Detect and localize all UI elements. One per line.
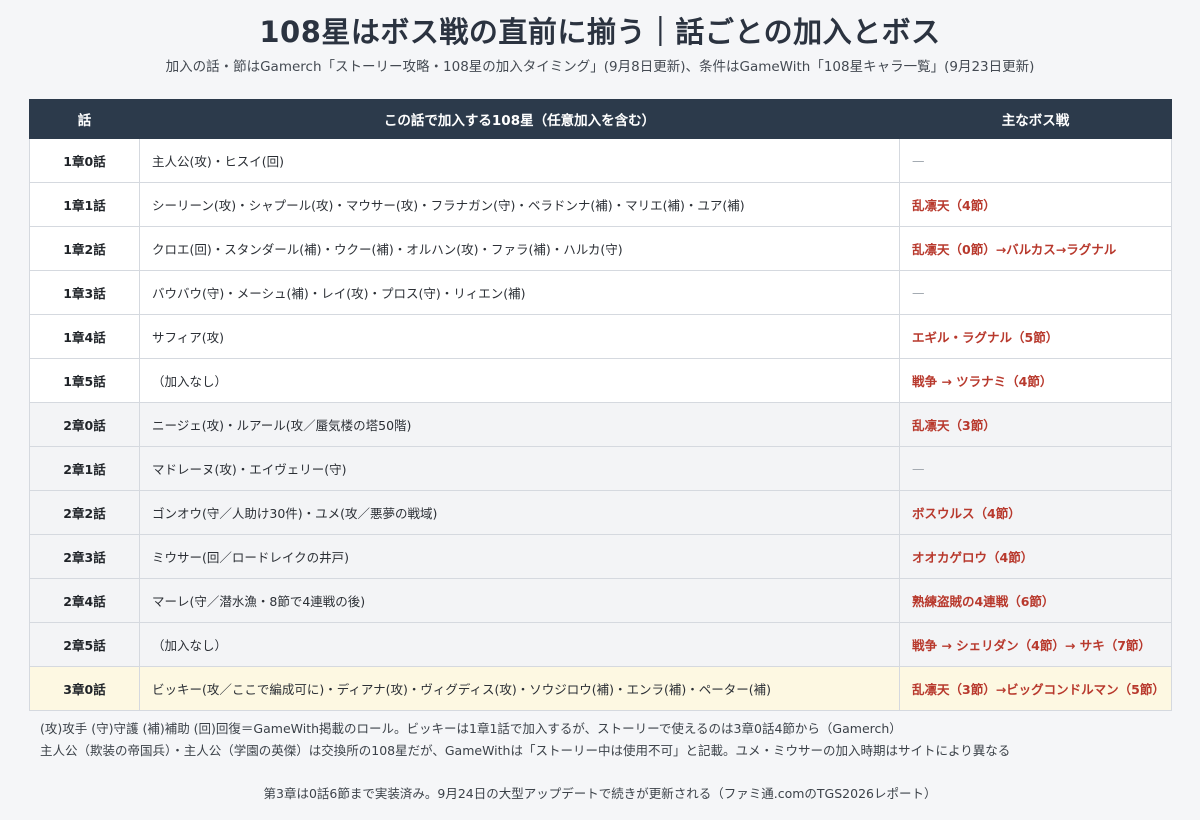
table-header-row: 話 この話で加入する108星（任意加入を含む） 主なボス戦: [29, 99, 1172, 139]
header-members: この話で加入する108星（任意加入を含む）: [139, 99, 900, 139]
members-cell: マーレ(守／潜水漁・8節で4連戦の後): [139, 578, 900, 623]
table-row: 1章1話 シーリーン(攻)・シャプール(攻)・マウサー(攻)・フラナガン(守)・ベ…: [29, 182, 1172, 227]
table-row: 2章5話 （加入なし） 戦争 → シェリダン（4節）→ サキ（7節）: [29, 622, 1172, 667]
boss-cell: —: [899, 446, 1172, 491]
episode-cell: 2章0話: [29, 402, 140, 447]
members-cell: ミウサー(回／ロードレイクの井戸): [139, 534, 900, 579]
members-cell: シーリーン(攻)・シャプール(攻)・マウサー(攻)・フラナガン(守)・ベラドンナ…: [139, 182, 900, 227]
table-row: 2章1話 マドレーヌ(攻)・エイヴェリー(守) —: [29, 446, 1172, 491]
boss-cell: —: [899, 270, 1172, 315]
episode-cell: 2章4話: [29, 578, 140, 623]
boss-cell: 乱凛天（0節）→バルカス→ラグナル: [899, 226, 1172, 271]
boss-cell: 熟練盗賊の4連戦（6節）: [899, 578, 1172, 623]
members-cell: 主人公(攻)・ヒスイ(回): [139, 138, 900, 183]
members-cell: サフィア(攻): [139, 314, 900, 359]
table-body: 1章0話 主人公(攻)・ヒスイ(回) —1章1話 シーリーン(攻)・シャプール(攻)・…: [29, 138, 1172, 711]
members-cell: バウバウ(守)・メーシュ(補)・レイ(攻)・プロス(守)・リィエン(補): [139, 270, 900, 315]
note-line: (攻)攻手 (守)守護 (補)補助 (回)回復＝GameWith掲載のロール。ビ…: [40, 721, 902, 736]
roster-table: 話 この話で加入する108星（任意加入を含む） 主なボス戦 1章0話 主人公(攻)…: [29, 99, 1172, 711]
members-cell: クロエ(回)・スタンダール(補)・ウクー(補)・オルハン(攻)・ファラ(補)・ハ…: [139, 226, 900, 271]
table-row: 2章4話 マーレ(守／潜水漁・8節で4連戦の後) 熟練盗賊の4連戦（6節）: [29, 578, 1172, 623]
episode-cell: 1章2話: [29, 226, 140, 271]
boss-cell: 戦争 → ツラナミ（4節）: [899, 358, 1172, 403]
page: 108星はボス戦の直前に揃う｜話ごとの加入とボス 加入の話・節はGamerch「…: [0, 0, 1200, 820]
boss-cell: 乱凛天（3節）: [899, 402, 1172, 447]
episode-cell: 1章3話: [29, 270, 140, 315]
footer-note: 第3章は0話6節まで実装済み。9月24日の大型アップデートで続きが更新される（フ…: [263, 786, 937, 801]
episode-cell: 1章1話: [29, 182, 140, 227]
table-row: 3章0話 ビッキー(攻／ここで編成可に)・ディアナ(攻)・ヴィグディス(攻)・ソウ…: [29, 666, 1172, 711]
episode-cell: 2章2話: [29, 490, 140, 535]
page-subtitle: 加入の話・節はGamerch「ストーリー攻略・108星の加入タイミング」(9月8…: [165, 59, 1035, 75]
table-row: 1章3話 バウバウ(守)・メーシュ(補)・レイ(攻)・プロス(守)・リィエン(補)…: [29, 270, 1172, 315]
page-title: 108星はボス戦の直前に揃う｜話ごとの加入とボス: [259, 15, 941, 49]
boss-cell: 戦争 → シェリダン（4節）→ サキ（7節）: [899, 622, 1172, 667]
header-boss: 主なボス戦: [899, 99, 1172, 139]
episode-cell: 2章5話: [29, 622, 140, 667]
episode-cell: 1章5話: [29, 358, 140, 403]
table-row: 2章3話 ミウサー(回／ロードレイクの井戸) オオカゲロウ（4節）: [29, 534, 1172, 579]
boss-cell: 乱凛天（4節）: [899, 182, 1172, 227]
members-cell: （加入なし）: [139, 358, 900, 403]
table-row: 1章2話 クロエ(回)・スタンダール(補)・ウクー(補)・オルハン(攻)・ファラ(…: [29, 226, 1172, 271]
boss-cell: オオカゲロウ（4節）: [899, 534, 1172, 579]
members-cell: マドレーヌ(攻)・エイヴェリー(守): [139, 446, 900, 491]
members-cell: ゴンオウ(守／人助け30件)・ユメ(攻／悪夢の戦域): [139, 490, 900, 535]
members-cell: ニージェ(攻)・ルアール(攻／蜃気楼の塔50階): [139, 402, 900, 447]
members-cell: ビッキー(攻／ここで編成可に)・ディアナ(攻)・ヴィグディス(攻)・ソウジロウ(…: [139, 666, 900, 711]
boss-cell: ボスウルス（4節）: [899, 490, 1172, 535]
table-row: 1章5話 （加入なし） 戦争 → ツラナミ（4節）: [29, 358, 1172, 403]
header-episode: 話: [29, 99, 140, 139]
boss-cell: 乱凛天（3節）→ビッグコンドルマン（5節）: [899, 666, 1172, 711]
episode-cell: 2章1話: [29, 446, 140, 491]
episode-cell: 1章4話: [29, 314, 140, 359]
note-line: 主人公（欺装の帝国兵）・主人公（学園の英傑）は交換所の108星だが、GameWi…: [40, 743, 1011, 758]
members-cell: （加入なし）: [139, 622, 900, 667]
table-row: 1章0話 主人公(攻)・ヒスイ(回) —: [29, 138, 1172, 183]
boss-cell: エギル・ラグナル（5節）: [899, 314, 1172, 359]
episode-cell: 2章3話: [29, 534, 140, 579]
boss-cell: —: [899, 138, 1172, 183]
episode-cell: 3章0話: [29, 666, 140, 711]
table-row: 1章4話 サフィア(攻) エギル・ラグナル（5節）: [29, 314, 1172, 359]
table-row: 2章2話 ゴンオウ(守／人助け30件)・ユメ(攻／悪夢の戦域) ボスウルス（4節）: [29, 490, 1172, 535]
table-row: 2章0話 ニージェ(攻)・ルアール(攻／蜃気楼の塔50階) 乱凛天（3節）: [29, 402, 1172, 447]
notes: (攻)攻手 (守)守護 (補)補助 (回)回復＝GameWith掲載のロール。ビ…: [40, 718, 1010, 762]
episode-cell: 1章0話: [29, 138, 140, 183]
